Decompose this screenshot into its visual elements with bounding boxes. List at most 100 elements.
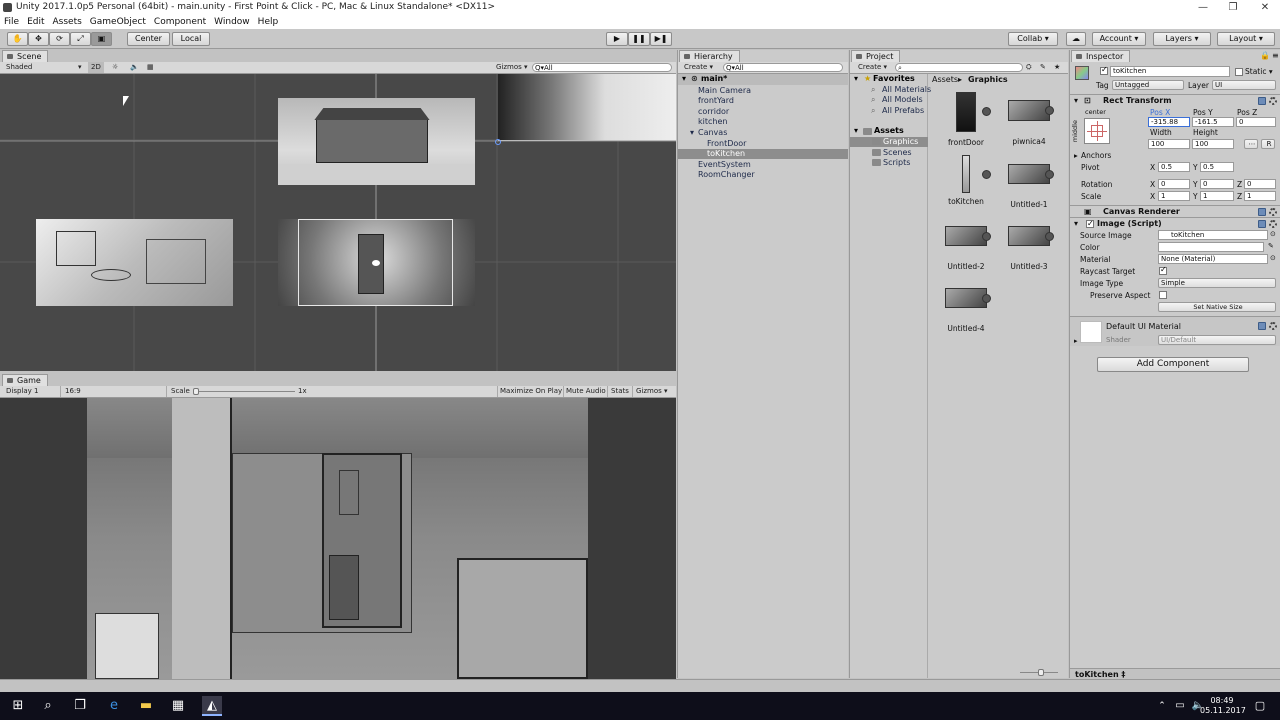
add-component-button[interactable]: Add Component [1097,357,1249,372]
canvas-pivot-handle[interactable] [495,139,501,145]
hierarchy-selected-row[interactable] [678,149,848,159]
menu-edit[interactable]: Edit [23,15,48,29]
rotation-z-input[interactable]: 0 [1244,179,1276,189]
project-search-input[interactable]: ⌕ [895,63,1023,72]
hierarchy-item-canvas[interactable]: Canvas [698,128,727,137]
tag-dropdown[interactable]: Untagged [1112,80,1184,90]
layout-dropdown[interactable]: Layout ▾ [1217,32,1275,46]
asset-untitled-2[interactable]: Untitled-2 [936,226,996,271]
2d-toggle[interactable]: 2D [88,62,104,73]
folder-scripts[interactable]: Scripts [883,158,910,167]
tab-scene[interactable]: Scene [2,50,49,62]
favorite-all-materials[interactable]: All Materials [882,85,931,94]
tab-inspector[interactable]: Inspector [1071,50,1131,62]
object-picker-icon[interactable]: ⊙ [1270,254,1276,262]
menu-file[interactable]: File [0,15,23,29]
expand-sprite-icon[interactable] [1045,106,1054,115]
hierarchy-item-frontyard[interactable]: frontYard [698,96,734,105]
unity-taskbar-icon[interactable]: ◭ [202,696,222,716]
rotation-y-input[interactable]: 0 [1200,179,1234,189]
height-input[interactable]: 100 [1192,139,1234,149]
image-enabled-checkbox[interactable] [1086,218,1094,230]
close-button[interactable]: ✕ [1250,0,1280,15]
breadcrumb-assets[interactable]: Assets [932,74,958,85]
hierarchy-item-roomchanger[interactable]: RoomChanger [698,170,755,179]
step-button[interactable]: ▶❚ [650,32,672,46]
task-view-icon[interactable]: ❐ [70,696,90,716]
expand-sprite-icon[interactable] [982,232,991,241]
expand-sprite-icon[interactable] [1045,232,1054,241]
raw-edit-button[interactable]: R [1261,139,1275,149]
shading-mode-dropdown[interactable]: Shaded [6,62,32,73]
help-icon[interactable] [1258,208,1266,216]
preserve-aspect-checkbox[interactable] [1159,291,1167,299]
anchor-preset-button[interactable] [1084,118,1110,144]
collab-dropdown[interactable]: Collab ▾ [1008,32,1058,46]
asset-untitled-1[interactable]: Untitled-1 [999,164,1059,209]
minimize-button[interactable]: — [1188,0,1218,15]
notifications-icon[interactable]: ▢ [1250,696,1270,716]
blueprint-mode-button[interactable]: ⋯ [1244,139,1258,149]
pivot-center-button[interactable]: Center [127,32,170,46]
account-dropdown[interactable]: Account ▾ [1092,32,1146,46]
lighting-icon[interactable]: ☼ [112,62,118,73]
color-swatch[interactable] [1158,242,1264,252]
help-icon[interactable] [1258,220,1266,228]
pause-button[interactable]: ❚❚ [628,32,650,46]
favorites-arrow[interactable]: ▾ [854,74,858,83]
file-explorer-icon[interactable]: ▬ [136,696,156,716]
canvas-renderer-header[interactable]: ▣ Canvas Renderer [1070,205,1280,217]
gear-icon[interactable] [1269,220,1277,228]
hierarchy-item-tokitchen[interactable]: toKitchen [707,149,745,158]
pos-y-input[interactable]: -161.5 [1192,117,1234,127]
scene-gizmos-dropdown[interactable]: Gizmos ▾ [496,62,528,73]
pivot-x-input[interactable]: 0.5 [1158,162,1190,172]
play-button[interactable]: ▶ [606,32,628,46]
search-icon[interactable]: ⌕ [38,696,58,716]
gear-icon[interactable] [1269,97,1277,105]
rotation-x-input[interactable]: 0 [1158,179,1190,189]
pivot-y-input[interactable]: 0.5 [1200,162,1234,172]
hierarchy-item-frontdoor[interactable]: FrontDoor [707,139,746,148]
static-checkbox[interactable] [1235,68,1243,76]
object-picker-icon[interactable]: ⊙ [1270,230,1276,238]
menu-icon[interactable]: ≡ [1272,51,1279,60]
hierarchy-item-eventsystem[interactable]: EventSystem [698,160,751,169]
store-icon[interactable]: ▦ [168,696,188,716]
network-icon[interactable]: ▭ [1170,696,1190,716]
hand-tool-button[interactable]: ✋ [7,32,28,46]
stats-toggle[interactable]: Stats [611,386,629,397]
scale-slider-handle[interactable] [193,388,199,395]
favorite-all-models[interactable]: All Models [882,95,923,104]
edge-browser-icon[interactable]: e [104,696,124,716]
help-icon[interactable] [1258,97,1266,105]
pos-z-input[interactable]: 0 [1236,117,1276,127]
project-create-dropdown[interactable]: Create ▾ [858,62,887,73]
game-gizmos-dropdown[interactable]: Gizmos ▾ [636,386,668,397]
shader-dropdown[interactable]: UI/Default [1158,335,1276,345]
rect-tool-button[interactable]: ▣ [91,32,112,46]
effects-icon[interactable]: ▦ [147,62,154,73]
expand-sprite-icon[interactable] [982,294,991,303]
scene-search-input[interactable]: Q▾All [532,63,672,72]
fold-arrow[interactable]: ▾ [1074,218,1078,230]
favorite-star-icon[interactable]: ★ [1054,62,1060,73]
tray-chevron-icon[interactable]: ⌃ [1152,696,1172,716]
hierarchy-create-dropdown[interactable]: Create ▾ [684,62,713,73]
display-dropdown[interactable]: Display 1 [6,386,38,397]
expand-sprite-icon[interactable] [982,107,991,116]
hierarchy-item-corridor[interactable]: corridor [698,107,729,116]
aspect-dropdown[interactable]: 16:9 [65,386,81,397]
asset-untitled-3[interactable]: Untitled-3 [999,226,1059,271]
menu-assets[interactable]: Assets [49,15,86,29]
lock-icon[interactable]: 🔒 [1260,51,1270,60]
asset-untitled-4[interactable]: Untitled-4 [936,288,996,333]
scale-y-input[interactable]: 1 [1200,191,1234,201]
fold-arrow[interactable]: ▾ [1074,95,1078,107]
eyedropper-icon[interactable]: ✎ [1268,242,1274,250]
hierarchy-item-main-camera[interactable]: Main Camera [698,86,751,95]
favorite-all-prefabs[interactable]: All Prefabs [882,106,924,115]
tab-game[interactable]: Game [2,374,48,386]
source-image-field[interactable]: toKitchen [1158,230,1268,240]
mute-audio-toggle[interactable]: Mute Audio [566,386,606,397]
